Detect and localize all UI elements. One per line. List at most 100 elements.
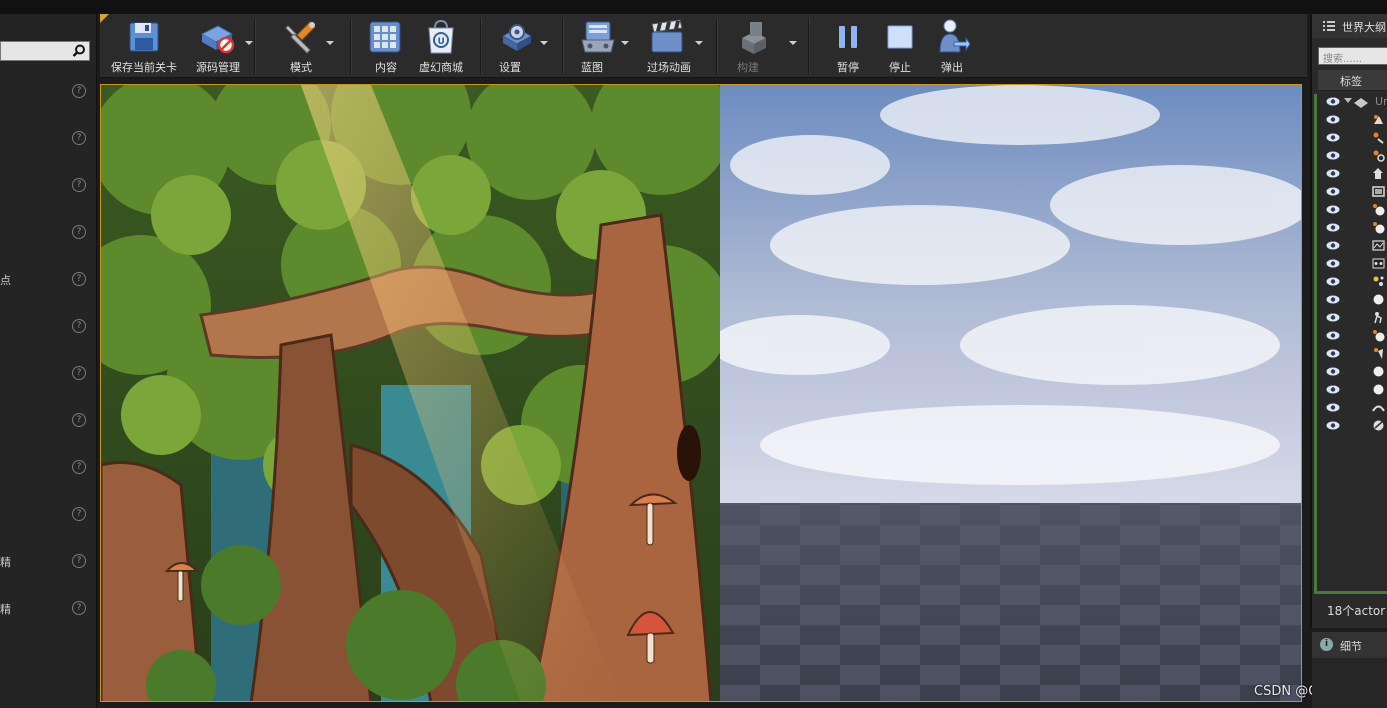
outliner-row[interactable] — [1320, 165, 1387, 183]
outliner-row[interactable] — [1320, 399, 1387, 417]
help-icon[interactable]: ? — [72, 178, 86, 192]
eye-visibility-icon[interactable] — [1326, 403, 1340, 412]
help-icon[interactable]: ? — [72, 413, 86, 427]
window-top-strip — [0, 0, 1387, 14]
left-row-2[interactable]: ? — [0, 129, 97, 149]
eye-visibility-icon[interactable] — [1326, 223, 1340, 232]
left-row-9[interactable]: ? — [0, 458, 97, 478]
outliner-row[interactable] — [1320, 219, 1387, 237]
source-control-label: 源码管理 — [196, 61, 240, 74]
eye-visibility-icon[interactable] — [1326, 133, 1340, 142]
left-row-4[interactable]: ? — [0, 223, 97, 243]
outliner-row[interactable] — [1320, 417, 1387, 435]
save-level-button[interactable]: 保存当前关卡 — [106, 14, 182, 78]
blueprint-icon — [581, 21, 615, 53]
eye-visibility-icon[interactable] — [1326, 421, 1340, 430]
outliner-row[interactable] — [1320, 327, 1387, 345]
left-search-input[interactable] — [0, 41, 90, 61]
eye-visibility-icon[interactable] — [1326, 385, 1340, 394]
source-control-button[interactable]: 源码管理 — [186, 14, 253, 78]
level-icon — [1354, 98, 1368, 108]
help-icon[interactable]: ? — [72, 272, 86, 286]
content-button[interactable]: 内容 — [356, 14, 416, 78]
outliner-row[interactable] — [1320, 309, 1387, 327]
marketplace-button[interactable]: U 虚幻商城 — [412, 14, 470, 78]
eye-visibility-icon[interactable] — [1326, 241, 1340, 250]
help-icon[interactable]: ? — [72, 225, 86, 239]
outliner-row[interactable] — [1320, 255, 1387, 273]
left-row-3[interactable]: ? — [0, 176, 97, 196]
root-level-label: Un — [1375, 95, 1387, 108]
chevron-down-icon[interactable] — [789, 41, 797, 45]
outliner-row[interactable] — [1320, 291, 1387, 309]
help-icon[interactable]: ? — [72, 507, 86, 521]
settings-button[interactable]: 设置 — [486, 14, 552, 78]
chevron-down-icon[interactable] — [621, 41, 629, 45]
outliner-row[interactable] — [1320, 363, 1387, 381]
outliner-row[interactable] — [1320, 183, 1387, 201]
eye-visibility-icon[interactable] — [1326, 115, 1340, 124]
level-viewport[interactable] — [100, 84, 1302, 702]
save-level-label: 保存当前关卡 — [111, 61, 177, 74]
details-tab[interactable]: i 细节 — [1312, 632, 1387, 658]
svg-text:U: U — [438, 37, 445, 47]
left-row-6[interactable]: ? — [0, 317, 97, 337]
expand-arrow-icon[interactable] — [1344, 98, 1352, 103]
chevron-down-icon[interactable] — [695, 41, 703, 45]
eye-visibility-icon[interactable] — [1326, 187, 1340, 196]
outliner-row[interactable] — [1320, 345, 1387, 363]
eye-visibility-icon[interactable] — [1326, 277, 1340, 286]
outliner-row[interactable] — [1320, 201, 1387, 219]
left-row-5[interactable]: 点? — [0, 270, 97, 290]
light-actor-icon — [1373, 150, 1385, 162]
left-row-1[interactable]: ? — [0, 82, 97, 102]
outliner-row[interactable] — [1320, 111, 1387, 129]
eye-visibility-icon[interactable] — [1326, 151, 1340, 160]
light-actor-icon — [1373, 132, 1384, 144]
outliner-column-header[interactable]: 标签 — [1318, 70, 1387, 91]
outliner-root-row[interactable]: Un — [1320, 93, 1387, 111]
outliner-search-placeholder: 搜索...... — [1323, 54, 1363, 65]
modes-button[interactable]: 模式 — [268, 14, 334, 78]
chevron-down-icon[interactable] — [540, 41, 548, 45]
eye-visibility-icon[interactable] — [1326, 331, 1340, 340]
eye-visibility-icon[interactable] — [1326, 367, 1340, 376]
outliner-search-input[interactable]: 搜索...... — [1318, 47, 1387, 65]
chevron-down-icon[interactable] — [326, 41, 334, 45]
toolbar-separator — [808, 18, 809, 74]
eye-visibility-icon[interactable] — [1326, 169, 1340, 178]
world-outliner-tab[interactable]: 世界大纲 — [1312, 14, 1387, 38]
outliner-row[interactable] — [1320, 129, 1387, 147]
help-icon[interactable]: ? — [72, 460, 86, 474]
help-icon[interactable]: ? — [72, 366, 86, 380]
help-icon[interactable]: ? — [72, 131, 86, 145]
eye-visibility-icon[interactable] — [1326, 349, 1340, 358]
stop-button[interactable]: 停止 — [876, 14, 924, 78]
left-row-12[interactable]: 精? — [0, 599, 97, 619]
eye-visibility-icon[interactable] — [1326, 259, 1340, 268]
outliner-row[interactable] — [1320, 273, 1387, 291]
outliner-row[interactable] — [1320, 381, 1387, 399]
help-icon[interactable]: ? — [72, 554, 86, 568]
blueprints-button[interactable]: 蓝图 — [568, 14, 632, 78]
reflection-capture-icon — [1373, 420, 1384, 431]
help-icon[interactable]: ? — [72, 319, 86, 333]
sphere-light-icon — [1373, 204, 1385, 216]
left-row-10[interactable]: ? — [0, 505, 97, 525]
help-icon[interactable]: ? — [72, 84, 86, 98]
outliner-row[interactable] — [1320, 237, 1387, 255]
outliner-row[interactable] — [1320, 147, 1387, 165]
eye-visibility-icon[interactable] — [1326, 295, 1340, 304]
left-row-8[interactable]: ? — [0, 411, 97, 431]
cinematics-button[interactable]: 过场动画 — [638, 14, 708, 78]
left-row-7[interactable]: ? — [0, 364, 97, 384]
eye-visibility-icon[interactable] — [1326, 97, 1340, 106]
help-icon[interactable]: ? — [72, 601, 86, 615]
left-row-11[interactable]: 精? — [0, 552, 97, 572]
eject-button[interactable]: 弹出 — [928, 14, 976, 78]
chevron-down-icon[interactable] — [245, 41, 253, 45]
eye-visibility-icon[interactable] — [1326, 205, 1340, 214]
eye-visibility-icon[interactable] — [1326, 313, 1340, 322]
info-icon: i — [1320, 638, 1333, 651]
pause-button[interactable]: 暂停 — [824, 14, 872, 78]
